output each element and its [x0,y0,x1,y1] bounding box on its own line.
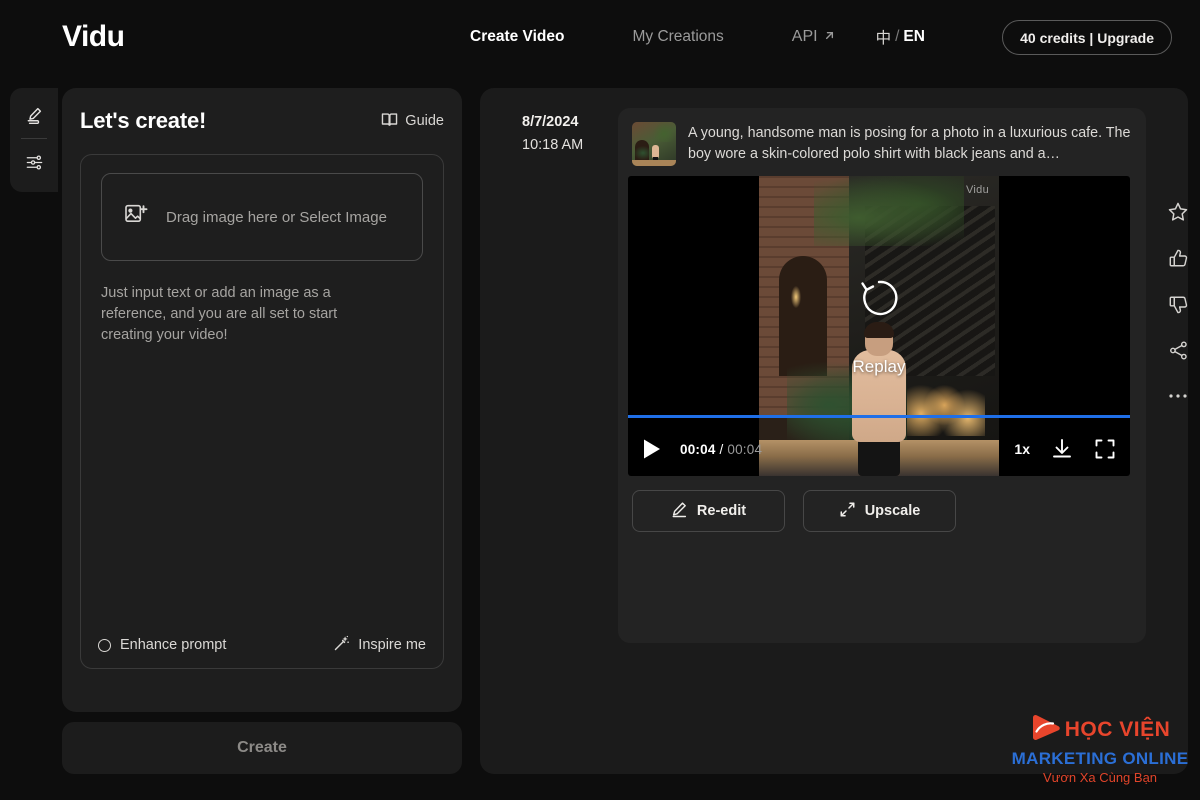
video-current-time: 00:04 [680,441,716,457]
prompt-footer: Enhance prompt Inspire me [81,622,443,668]
prompt-input-area[interactable]: Drag image here or Select Image Just inp… [80,154,444,669]
generation-side-actions [1158,198,1198,410]
video-player[interactable]: Vidu Replay 00:04 / 00:04 1x [628,176,1130,476]
generation-time: 10:18 AM [522,137,584,153]
watermark-line3: Vươn Xa Cùng Bạn [1042,770,1158,785]
watermark-line2: MARKETING ONLINE [1011,749,1189,768]
watermark-line1: HỌC VIỆN [1064,718,1171,741]
lang-zh[interactable]: 中 [876,26,892,48]
left-rail [10,88,58,192]
generation-prompt: A young, handsome man is posing for a ph… [688,125,1131,162]
share-icon[interactable] [1164,336,1192,364]
guide-button[interactable]: Guide [381,112,444,131]
reference-thumbnail[interactable] [632,122,676,166]
expand-icon [839,501,856,522]
star-icon[interactable] [1164,198,1192,226]
nav-my-creations[interactable]: My Creations [632,28,751,46]
nav-create-video[interactable]: Create Video [470,28,592,46]
enhance-prompt-toggle[interactable]: Enhance prompt [98,637,226,653]
video-controls: 00:04 / 00:04 1x [628,422,1130,476]
video-controls-right: 1x [1014,437,1116,461]
enhance-prompt-label: Enhance prompt [120,637,227,653]
create-button[interactable]: Create [62,722,462,774]
nav-api-label: API [791,28,818,45]
thumbs-down-icon[interactable] [1164,290,1192,318]
drop-zone-label: Drag image here or Select Image [166,208,387,226]
pencil-icon [671,501,688,522]
lang-separator: / [895,28,900,45]
app-header: Vidu Create Video My Creations API 中 / E… [0,0,1200,74]
image-add-icon [124,203,150,232]
thumbs-up-icon[interactable] [1164,244,1192,272]
replay-label: Replay [852,356,906,376]
nav-api[interactable]: API [792,28,836,46]
generation-date: 8/7/2024 [522,114,579,130]
create-panel-header: Let's create! Guide [80,108,444,134]
video-duration: 00:04 [727,441,763,457]
main-nav: Create Video My Creations API 中 / EN [470,26,925,48]
circle-icon [98,638,111,652]
image-drop-zone[interactable]: Drag image here or Select Image [101,173,423,261]
page-title: Let's create! [80,108,207,133]
app-root: Vidu Create Video My Creations API 中 / E… [0,0,1200,800]
rail-divider [21,138,47,139]
language-switcher[interactable]: 中 / EN [876,26,925,48]
brand-logo[interactable]: Vidu [62,20,125,54]
re-edit-button[interactable]: Re-edit [632,490,785,532]
book-icon [381,112,398,131]
video-time-separator: / [719,441,724,457]
re-edit-label: Re-edit [696,503,747,519]
generation-actions: Re-edit Upscale [628,490,1136,532]
creations-panel: 8/7/2024 10:18 AM A young, handsome man … [480,88,1188,774]
more-icon[interactable] [1164,382,1192,410]
generation-timestamp: 8/7/2024 10:18 AM [522,114,583,153]
upscale-label: Upscale [864,503,921,519]
guide-label: Guide [405,113,444,129]
create-panel: Let's create! Guide Drag image here or S… [62,88,462,712]
upscale-button[interactable]: Upscale [803,490,956,532]
prompt-hint-text: Just input text or add an image as a ref… [101,285,338,343]
lang-en[interactable]: EN [903,28,925,46]
watermark-top-row: HỌC VIỆN [1010,714,1190,745]
download-icon[interactable] [1050,437,1074,461]
replay-icon [857,276,901,325]
prompt-summary-row: A young, handsome man is posing for a ph… [628,118,1136,176]
arrow-up-right-icon [823,29,836,45]
play-logo-icon [1030,714,1062,745]
credits-upgrade-button[interactable]: 40 credits | Upgrade [1002,20,1172,55]
edit-icon[interactable] [17,98,51,132]
video-progress-bar[interactable] [628,415,1130,418]
play-button[interactable] [642,438,662,460]
video-progress-fill [628,415,1130,418]
generation-card: A young, handsome man is posing for a ph… [618,108,1146,643]
inspire-me-label: Inspire me [358,637,426,653]
playback-speed-button[interactable]: 1x [1014,441,1030,457]
video-time: 00:04 / 00:04 [680,442,762,457]
fullscreen-icon[interactable] [1094,438,1116,460]
magic-wand-icon [333,635,350,656]
sliders-icon[interactable] [17,145,51,179]
inspire-me-button[interactable]: Inspire me [333,635,426,656]
channel-watermark: HỌC VIỆN MARKETING ONLINE Vươn Xa Cùng B… [1010,714,1190,784]
